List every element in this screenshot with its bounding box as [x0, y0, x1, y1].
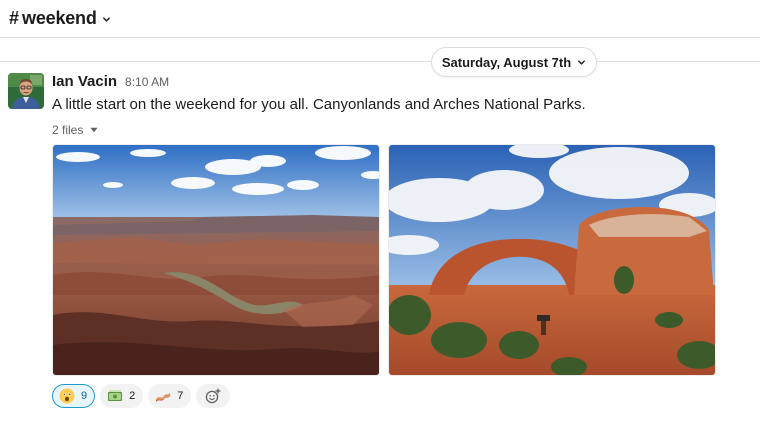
- divider-line: [0, 61, 760, 62]
- reactions-bar: 9 2 7: [52, 384, 231, 408]
- reaction-count: 9: [81, 390, 88, 402]
- astonished-face-icon: [59, 388, 75, 404]
- avatar[interactable]: [8, 73, 44, 109]
- channel-header: # weekend: [0, 0, 760, 38]
- message-timestamp[interactable]: 8:10 AM: [125, 75, 169, 89]
- image-attachment-canyonlands[interactable]: [52, 144, 380, 376]
- message-header: Ian Vacin 8:10 AM: [52, 73, 169, 91]
- channel-hash: #: [9, 7, 20, 28]
- reaction-money[interactable]: 2: [100, 384, 144, 408]
- message-text: A little start on the weekend for you al…: [52, 96, 586, 113]
- reaction-count: 2: [129, 390, 136, 402]
- chevron-down-icon: [102, 16, 110, 22]
- chevron-down-icon: [578, 60, 586, 65]
- reaction-astonished[interactable]: 9: [52, 384, 96, 408]
- date-jump-button[interactable]: Saturday, August 7th: [431, 47, 597, 77]
- reaction-count: 7: [177, 390, 184, 402]
- canyon-photo: [53, 145, 379, 375]
- date-label: Saturday, August 7th: [441, 54, 572, 70]
- sender-name[interactable]: Ian Vacin: [52, 73, 117, 90]
- user-portrait-icon: [8, 73, 44, 109]
- channel-title: weekend: [22, 7, 97, 28]
- image-attachment-arches[interactable]: [388, 144, 716, 376]
- reaction-bacon[interactable]: 7: [148, 384, 192, 408]
- bacon-icon: [155, 388, 171, 404]
- add-reaction-button[interactable]: [196, 384, 231, 408]
- add-emoji-icon: [206, 388, 222, 404]
- caret-down-icon: [90, 127, 98, 133]
- channel-name-button[interactable]: # weekend: [9, 6, 111, 30]
- files-count-label: 2 files: [52, 123, 84, 137]
- money-stack-icon: [107, 388, 123, 404]
- arch-photo: [389, 145, 715, 375]
- files-toggle[interactable]: 2 files: [52, 123, 98, 137]
